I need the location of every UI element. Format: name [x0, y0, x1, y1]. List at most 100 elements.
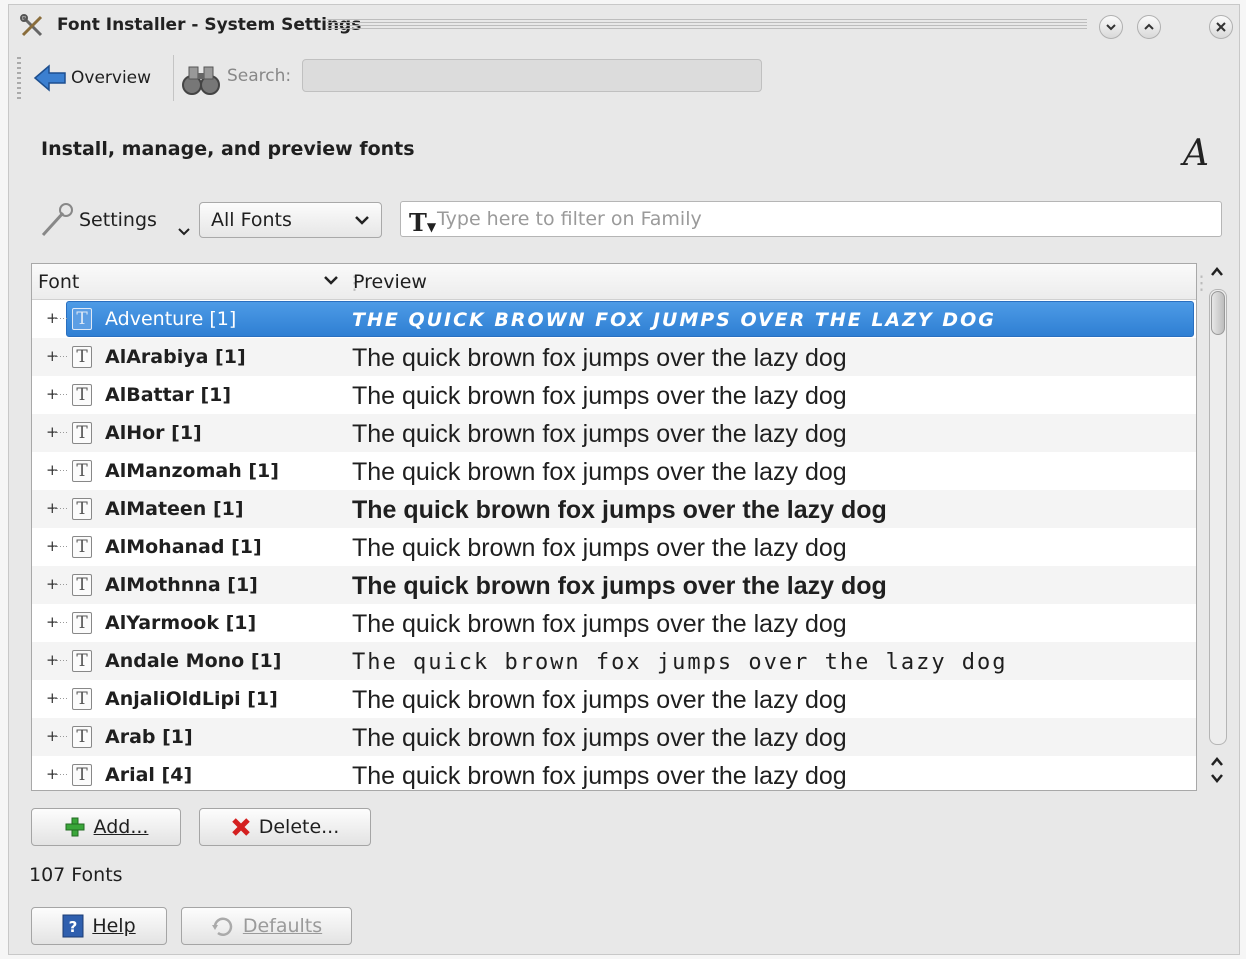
scroll-track[interactable] [1209, 289, 1227, 745]
font-preview: The quick brown fox jumps over the lazy … [352, 650, 1008, 675]
window: Font Installer - System Settings Overvie… [8, 4, 1240, 955]
window-title: Font Installer - System Settings [57, 15, 362, 35]
tree-line [54, 774, 68, 775]
font-name: Arab [1] [105, 726, 193, 748]
font-type-icon: T [72, 612, 92, 634]
font-group-select[interactable]: All Fonts [199, 202, 382, 238]
settings-dropdown-icon[interactable] [177, 227, 191, 237]
font-name: AlMohanad [1] [105, 536, 262, 558]
font-type-icon: T [72, 574, 92, 596]
font-preview: The quick brown fox jumps over the lazy … [352, 458, 847, 486]
tree-line [54, 584, 68, 585]
search-input[interactable] [302, 59, 762, 92]
font-type-icon: T [72, 460, 92, 482]
defaults-button[interactable]: Defaults [181, 907, 352, 945]
font-preview: The quick brown fox jumps over the lazy … [352, 724, 847, 752]
font-type-icon: T [72, 384, 92, 406]
close-icon [1216, 22, 1226, 32]
font-module-icon: A [1183, 133, 1209, 174]
table-row[interactable]: + T AlManzomah [1] The quick brown fox j… [32, 452, 1196, 490]
font-name: AlHor [1] [105, 422, 202, 444]
tree-line [54, 622, 68, 623]
sort-indicator-icon[interactable] [322, 270, 340, 290]
toolbar-grip[interactable] [17, 57, 21, 101]
font-name: Andale Mono [1] [105, 650, 282, 672]
overview-button[interactable]: Overview [33, 63, 151, 93]
reset-icon [211, 917, 233, 936]
table-row[interactable]: + T AnjaliOldLipi [1] The quick brown fo… [32, 680, 1196, 718]
wrench-icon [41, 203, 73, 237]
table-row[interactable]: + T AlMohanad [1] The quick brown fox ju… [32, 528, 1196, 566]
font-name: AnjaliOldLipi [1] [105, 688, 278, 710]
font-preview: The quick brown fox jumps over the lazy … [352, 610, 847, 638]
toolbar: Overview Search: [9, 49, 1239, 109]
table-row[interactable]: + T Arial [4] The quick brown fox jumps … [32, 756, 1196, 790]
table-row[interactable]: + T AlMateen [1] The quick brown fox jum… [32, 490, 1196, 528]
page-title: Install, manage, and preview fonts [41, 138, 415, 160]
tree-line [54, 546, 68, 547]
vertical-scrollbar[interactable] [1205, 263, 1231, 791]
font-preview: The quick brown fox jumps over the lazy … [352, 420, 847, 448]
font-type-icon: T [72, 688, 92, 710]
help-icon: ? [62, 914, 84, 938]
tree-line [54, 432, 68, 433]
table-row[interactable]: + T AlBattar [1] The quick brown fox jum… [32, 376, 1196, 414]
help-label: Help [92, 915, 136, 937]
close-button[interactable] [1209, 15, 1233, 39]
font-name: AlArabiya [1] [105, 346, 246, 368]
table-row[interactable]: + T AlArabiya [1] The quick brown fox ju… [32, 338, 1196, 376]
overview-label: Overview [71, 68, 152, 88]
tree-line [54, 356, 68, 357]
plus-icon [65, 817, 85, 837]
defaults-label: Defaults [242, 915, 323, 937]
font-name: AlMothnna [1] [105, 574, 258, 596]
table-row[interactable]: + T Adventure [1] The quick brown fox ju… [32, 300, 1196, 338]
help-button[interactable]: ? Help [31, 907, 167, 945]
font-name: Arial [4] [105, 764, 193, 786]
font-preview: The quick brown fox jumps over the lazy … [352, 572, 887, 600]
delete-button[interactable]: Delete... [199, 808, 371, 846]
font-type-icon: T [72, 726, 92, 748]
title-bar: Font Installer - System Settings [9, 5, 1239, 45]
tree-line [54, 318, 68, 319]
column-header-font[interactable]: Font [38, 271, 79, 293]
font-preview: The quick brown fox jumps over the lazy … [352, 762, 847, 790]
maximize-button[interactable] [1137, 15, 1161, 39]
font-count: 107 Fonts [29, 864, 123, 886]
scroll-thumb[interactable] [1211, 291, 1225, 335]
minimize-button[interactable] [1099, 15, 1123, 39]
search-label: Search: [227, 66, 292, 86]
scroll-up-icon[interactable] [1209, 265, 1225, 279]
font-type-icon: T [72, 308, 92, 330]
scroll-up-down-icon[interactable] [1209, 753, 1225, 787]
font-name: AlMateen [1] [105, 498, 244, 520]
chevron-up-icon [1144, 23, 1154, 30]
table-row[interactable]: + T Andale Mono [1] The quick brown fox … [32, 642, 1196, 680]
column-header-preview[interactable]: Preview [353, 271, 427, 293]
filter-type-icon[interactable]: T▼ [409, 208, 436, 237]
settings-button[interactable]: Settings [37, 201, 157, 239]
table-row[interactable]: + T AlHor [1] The quick brown fox jumps … [32, 414, 1196, 452]
font-preview: The quick brown fox jumps over the lazy … [352, 686, 847, 714]
font-type-icon: T [72, 650, 92, 672]
font-name: AlBattar [1] [105, 384, 232, 406]
family-filter-input[interactable]: Type here to filter on Family [400, 201, 1222, 237]
font-preview: The quick brown fox jumps over the lazy … [352, 534, 847, 562]
font-type-icon: T [72, 346, 92, 368]
title-decoration [327, 19, 1087, 31]
add-label: Add... [93, 816, 149, 838]
table-row[interactable]: + T AlMothnna [1] The quick brown fox ju… [32, 566, 1196, 604]
tree-line [54, 698, 68, 699]
table-row[interactable]: + T AlYarmook [1] The quick brown fox ju… [32, 604, 1196, 642]
table-row[interactable]: + T Arab [1] The quick brown fox jumps o… [32, 718, 1196, 756]
tools-icon [20, 14, 43, 37]
add-button[interactable]: Add... [31, 808, 181, 846]
font-preview: The quick brown fox jumps over the lazy … [352, 382, 847, 410]
chevron-down-icon [1106, 24, 1116, 31]
font-type-icon: T [72, 498, 92, 520]
settings-label: Settings [79, 209, 157, 231]
font-preview: The quick brown fox jumps over the lazy … [352, 344, 847, 372]
font-preview: The quick brown fox jumps over the lazy … [352, 309, 996, 331]
tree-line [54, 470, 68, 471]
binoculars-icon [182, 66, 220, 95]
